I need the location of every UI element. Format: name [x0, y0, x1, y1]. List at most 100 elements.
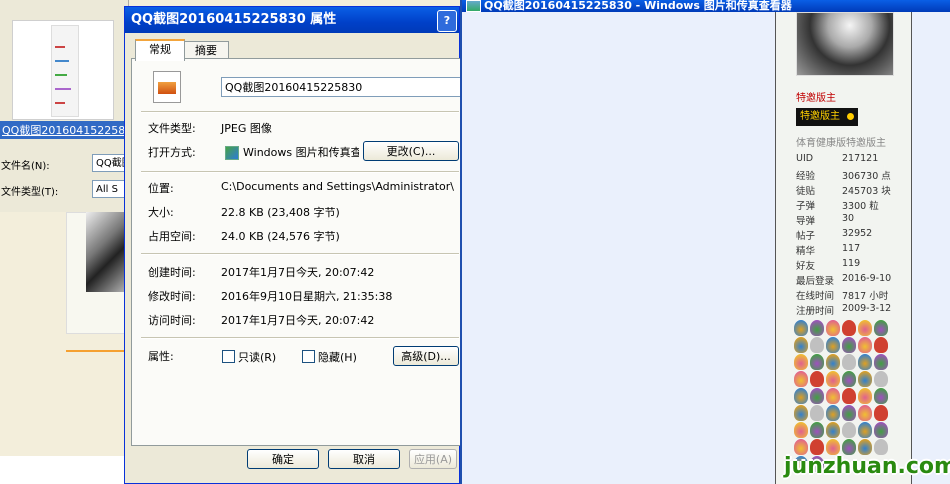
- medal-icon: [794, 371, 808, 387]
- medal-icon: [794, 405, 808, 421]
- apply-button[interactable]: 应用(A): [409, 449, 457, 469]
- image-viewer-window: QQ截图20160415225830 - Windows 图片和传真查看器 特邀…: [460, 0, 950, 484]
- medal-icon: [858, 371, 872, 387]
- medal-icon: [874, 405, 888, 421]
- help-button[interactable]: ?: [437, 10, 457, 32]
- ok-button[interactable]: 确定: [247, 449, 319, 469]
- viewed-image: 特邀版主 特邀版主 体育健康版特邀版主 UID 217121 经验 306730…: [775, 12, 912, 484]
- medal-icon: [826, 405, 840, 421]
- medal-icon: [794, 320, 808, 336]
- medal-icon: [858, 388, 872, 404]
- file-thumbnail[interactable]: [12, 20, 114, 120]
- stat-value: 245703 块: [842, 186, 891, 197]
- readonly-checkbox[interactable]: [222, 350, 235, 363]
- disk-size-label: 占用空间:: [148, 230, 196, 243]
- size-label: 大小:: [148, 206, 174, 219]
- medal-icon: [810, 405, 824, 421]
- tab-panel: [131, 58, 471, 446]
- medal-icon: [874, 337, 888, 353]
- medal-icon: [842, 354, 856, 370]
- rank-badge: 特邀版主: [796, 108, 858, 126]
- medal-icon: [842, 405, 856, 421]
- medal-icon: [842, 337, 856, 353]
- attributes-label: 属性:: [148, 350, 174, 363]
- stat-label: 好友: [796, 261, 816, 272]
- medal-icon: [842, 388, 856, 404]
- opens-with-value: Windows 图片和传真查看器: [243, 146, 359, 159]
- separator: [141, 253, 459, 255]
- medal-icon: [810, 354, 824, 370]
- medal-icon: [794, 388, 808, 404]
- medal-icon: [842, 422, 856, 438]
- file-name-input[interactable]: QQ截图20160415225830: [221, 77, 461, 97]
- readonly-label: 只读(R): [238, 351, 277, 364]
- file-type-value: JPEG 图像: [221, 122, 272, 135]
- properties-title[interactable]: QQ截图20160415225830 属性: [125, 7, 459, 33]
- medal-icon: [826, 337, 840, 353]
- medal-icon: [826, 422, 840, 438]
- stat-value: 30: [842, 213, 855, 224]
- medal-icon: [810, 439, 824, 455]
- stat-value: 2016-9-10: [842, 273, 892, 284]
- file-name-label: 文件名(N):: [1, 161, 50, 172]
- stat-label: 在线时间: [796, 291, 835, 302]
- medal-icon: [858, 422, 872, 438]
- medal-icon: [794, 337, 808, 353]
- advanced-button[interactable]: 高级(D)...: [393, 346, 459, 366]
- medal-icon: [826, 439, 840, 455]
- medal-icon: [826, 388, 840, 404]
- medal-icon: [874, 354, 888, 370]
- photo-viewer-icon: [225, 146, 239, 160]
- stat-value: 32952: [842, 228, 873, 239]
- stat-label: 注册时间: [796, 306, 835, 317]
- stat-value: 7817 小时: [842, 291, 889, 302]
- size-value: 22.8 KB (23,408 字节): [221, 206, 340, 219]
- medal-icon: [826, 320, 840, 336]
- medal-icon: [874, 388, 888, 404]
- tab-general[interactable]: 常规: [135, 39, 185, 61]
- stat-value: 2009-3-12: [842, 303, 892, 314]
- stat-label: 经验: [796, 171, 816, 182]
- rank-badge-label: 特邀版主: [800, 111, 840, 122]
- change-button[interactable]: 更改(C)...: [363, 141, 459, 161]
- medal-icon: [810, 388, 824, 404]
- stat-label: 子弹: [796, 201, 816, 212]
- page-footer: [0, 456, 128, 484]
- stat-value: 306730 点: [842, 171, 891, 182]
- hidden-checkbox[interactable]: [302, 350, 315, 363]
- cancel-button[interactable]: 取消: [328, 449, 400, 469]
- medal-icon: [858, 337, 872, 353]
- stat-label: 徒贴: [796, 186, 816, 197]
- modified-value: 2016年9月10日星期六, 21:35:38: [221, 290, 393, 303]
- accessed-value: 2017年1月7日今天, 20:07:42: [221, 314, 375, 327]
- medal-icon: [810, 422, 824, 438]
- disk-size-value: 24.0 KB (24,576 字节): [221, 230, 340, 243]
- separator: [141, 337, 459, 339]
- stat-label: 精华: [796, 246, 816, 257]
- accessed-label: 访问时间:: [148, 314, 196, 327]
- watermark: junzhuan.com: [784, 454, 950, 479]
- separator: [141, 171, 459, 173]
- medal-icon: [874, 439, 888, 455]
- stat-label: 帖子: [796, 231, 816, 242]
- stat-value: 217121: [842, 153, 879, 164]
- stat-label: 导弹: [796, 216, 816, 227]
- stat-label: UID: [796, 153, 814, 164]
- user-avatar: [796, 12, 894, 76]
- medal-icon: [794, 439, 808, 455]
- rank-title: 特邀版主: [796, 93, 836, 104]
- modified-label: 修改时间:: [148, 290, 196, 303]
- medal-icon: [874, 320, 888, 336]
- properties-dialog: QQ截图20160415225830 属性 ? 常规 摘要 QQ截图201604…: [124, 6, 471, 484]
- medal-icon: [826, 354, 840, 370]
- medal-icon: [794, 354, 808, 370]
- stat-value: 117: [842, 243, 861, 254]
- thumbnail-caption[interactable]: QQ截图20160415225830: [0, 121, 128, 139]
- location-label: 位置:: [148, 182, 174, 195]
- medal-icon: [842, 439, 856, 455]
- page-photo: [86, 212, 128, 292]
- medal-icon: [858, 320, 872, 336]
- star-icon: [847, 113, 854, 120]
- file-type-label: 文件类型(T):: [1, 187, 59, 198]
- viewer-title[interactable]: QQ截图20160415225830 - Windows 图片和传真查看器: [462, 0, 950, 12]
